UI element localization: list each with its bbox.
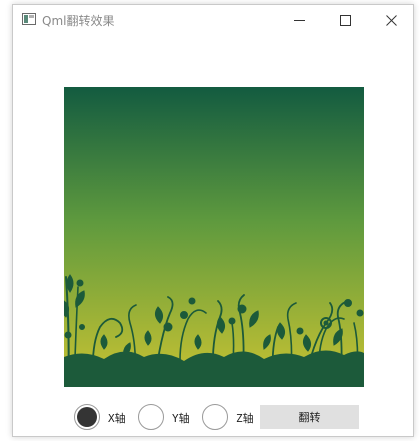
maximize-button[interactable] bbox=[323, 5, 368, 35]
radio-y-axis[interactable] bbox=[138, 404, 164, 430]
close-icon bbox=[386, 14, 397, 26]
flip-controls: X轴 Y轴 Z轴 翻转 bbox=[13, 403, 413, 435]
app-window-icon bbox=[22, 13, 36, 25]
title-bar[interactable]: Qml翻转效果 bbox=[13, 5, 413, 35]
radio-x-axis[interactable] bbox=[74, 404, 100, 430]
flip-image bbox=[64, 87, 364, 387]
app-window: Qml翻转效果 X轴 Y轴 Z轴 翻转 bbox=[12, 4, 414, 437]
flip-button[interactable]: 翻转 bbox=[260, 405, 359, 429]
maximize-icon bbox=[340, 14, 351, 26]
radio-selected-dot bbox=[77, 407, 97, 427]
minimize-button[interactable] bbox=[277, 5, 322, 35]
radio-y-axis-label: Y轴 bbox=[172, 412, 190, 425]
radio-x-axis-label: X轴 bbox=[108, 412, 126, 425]
close-button[interactable] bbox=[369, 5, 414, 35]
radio-z-axis-label: Z轴 bbox=[236, 412, 254, 425]
window-title: Qml翻转效果 bbox=[42, 14, 115, 28]
minimize-icon bbox=[294, 19, 305, 21]
radio-z-axis[interactable] bbox=[202, 404, 228, 430]
